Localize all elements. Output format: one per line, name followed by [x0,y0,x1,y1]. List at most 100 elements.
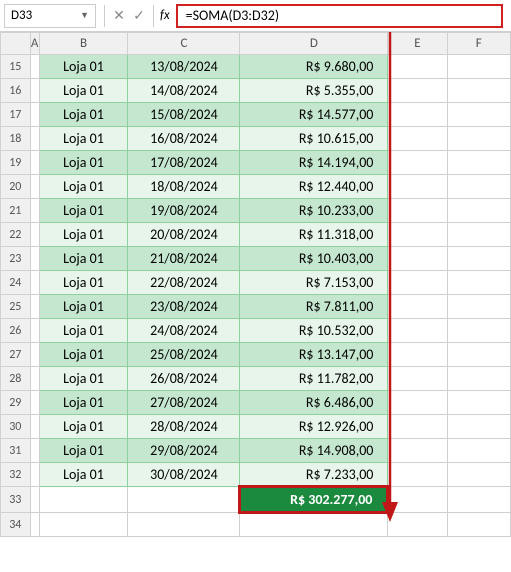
cell-blank[interactable] [388,463,447,487]
cell-date[interactable]: 18/08/2024 [128,175,240,199]
cell-blank[interactable] [388,199,447,223]
row-header[interactable]: 33 [1,487,31,513]
cell-blank[interactable] [447,343,510,367]
cell-blank[interactable] [39,487,128,513]
cell-value[interactable]: R$ 12.926,00 [240,415,388,439]
cell-value[interactable]: R$ 7.153,00 [240,271,388,295]
cell-blank[interactable] [30,175,39,199]
cell-blank[interactable] [30,271,39,295]
cell-date[interactable]: 28/08/2024 [128,415,240,439]
cell-value[interactable]: R$ 12.440,00 [240,175,388,199]
cell-blank[interactable] [447,175,510,199]
cell-blank[interactable] [388,391,447,415]
cell-blank[interactable] [388,103,447,127]
cell-blank[interactable] [447,487,510,513]
row-header[interactable]: 23 [1,247,31,271]
cell-blank[interactable] [447,439,510,463]
cell-blank[interactable] [447,223,510,247]
cell-value[interactable]: R$ 10.532,00 [240,319,388,343]
row-header[interactable]: 19 [1,151,31,175]
cell-blank[interactable] [30,513,39,537]
cell-blank[interactable] [30,295,39,319]
cell-date[interactable]: 16/08/2024 [128,127,240,151]
cell-blank[interactable] [447,151,510,175]
cell-loja[interactable]: Loja 01 [39,295,128,319]
cell-loja[interactable]: Loja 01 [39,271,128,295]
cell-date[interactable]: 30/08/2024 [128,463,240,487]
cell-blank[interactable] [128,513,240,537]
cell-blank[interactable] [447,415,510,439]
cell-value[interactable]: R$ 11.318,00 [240,223,388,247]
cell-date[interactable]: 21/08/2024 [128,247,240,271]
col-header-D[interactable]: D [240,33,388,55]
cell-blank[interactable] [388,79,447,103]
cell-blank[interactable] [447,79,510,103]
cell-blank[interactable] [388,439,447,463]
cell-blank[interactable] [447,103,510,127]
row-header[interactable]: 16 [1,79,31,103]
cell-value[interactable]: R$ 7.233,00 [240,463,388,487]
row-header[interactable]: 25 [1,295,31,319]
cell-blank[interactable] [30,367,39,391]
cell-loja[interactable]: Loja 01 [39,175,128,199]
cell-value[interactable]: R$ 5.355,00 [240,79,388,103]
cell-date[interactable]: 19/08/2024 [128,199,240,223]
cell-value[interactable]: R$ 10.403,00 [240,247,388,271]
cell-date[interactable]: 22/08/2024 [128,271,240,295]
cell-blank[interactable] [39,513,128,537]
col-header-F[interactable]: F [447,33,510,55]
select-all-corner[interactable] [1,33,31,55]
cell-blank[interactable] [447,271,510,295]
cell-date[interactable]: 26/08/2024 [128,367,240,391]
cell-blank[interactable] [447,55,510,79]
row-header[interactable]: 20 [1,175,31,199]
row-header[interactable]: 29 [1,391,31,415]
cell-blank[interactable] [388,55,447,79]
cell-blank[interactable] [388,223,447,247]
cell-date[interactable]: 27/08/2024 [128,391,240,415]
cell-blank[interactable] [447,463,510,487]
cell-value[interactable]: R$ 10.233,00 [240,199,388,223]
cell-blank[interactable] [447,513,510,537]
cell-loja[interactable]: Loja 01 [39,463,128,487]
cell-blank[interactable] [388,343,447,367]
cell-value[interactable]: R$ 6.486,00 [240,391,388,415]
cell-blank[interactable] [388,487,447,513]
row-header[interactable]: 22 [1,223,31,247]
cell-blank[interactable] [30,151,39,175]
col-header-B[interactable]: B [39,33,128,55]
col-header-C[interactable]: C [128,33,240,55]
cell-blank[interactable] [30,55,39,79]
cell-blank[interactable] [388,151,447,175]
fx-icon[interactable]: fx [160,8,170,23]
row-header[interactable]: 17 [1,103,31,127]
cell-value[interactable]: R$ 9.680,00 [240,55,388,79]
cell-blank[interactable] [30,415,39,439]
cell-loja[interactable]: Loja 01 [39,391,128,415]
cell-blank[interactable] [30,79,39,103]
cell-blank[interactable] [388,175,447,199]
cell-date[interactable]: 24/08/2024 [128,319,240,343]
cell-loja[interactable]: Loja 01 [39,247,128,271]
cell-value[interactable]: R$ 14.908,00 [240,439,388,463]
cell-date[interactable]: 23/08/2024 [128,295,240,319]
row-header[interactable]: 34 [1,513,31,537]
row-header[interactable]: 32 [1,463,31,487]
col-header-A[interactable]: A [30,33,39,55]
row-header[interactable]: 30 [1,415,31,439]
cell-value[interactable]: R$ 11.782,00 [240,367,388,391]
cell-blank[interactable] [128,487,240,513]
row-header[interactable]: 27 [1,343,31,367]
row-header[interactable]: 18 [1,127,31,151]
cell-blank[interactable] [30,199,39,223]
cell-blank[interactable] [447,247,510,271]
cell-loja[interactable]: Loja 01 [39,415,128,439]
cell-blank[interactable] [388,513,447,537]
cell-loja[interactable]: Loja 01 [39,151,128,175]
cell-blank[interactable] [30,319,39,343]
cell-blank[interactable] [447,199,510,223]
cell-date[interactable]: 29/08/2024 [128,439,240,463]
cell-value[interactable]: R$ 10.615,00 [240,127,388,151]
row-header[interactable]: 26 [1,319,31,343]
cell-date[interactable]: 25/08/2024 [128,343,240,367]
